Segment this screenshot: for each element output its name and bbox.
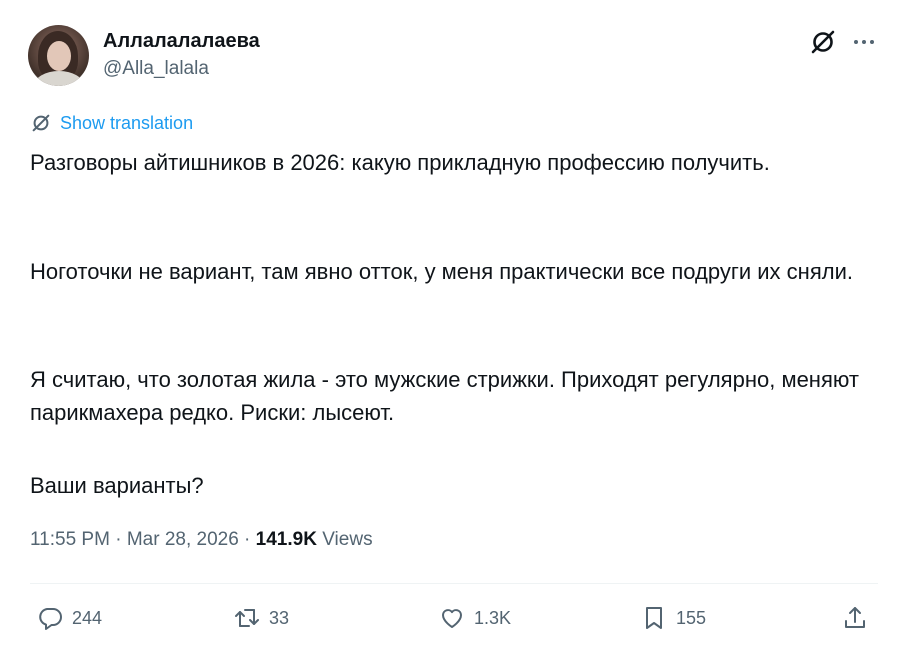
tweet-paragraph: Ноготочки не вариант, там явно отток, у … <box>30 259 853 284</box>
tweet-meta: 11:55 PM · Mar 28, 2026 · 141.9K Views <box>30 529 373 551</box>
bookmark-button[interactable]: 155 <box>640 604 706 632</box>
reply-count: 244 <box>72 607 103 628</box>
meta-separator: · <box>238 529 256 550</box>
tweet-paragraph: Разговоры айтишников в 2026: какую прикл… <box>30 150 770 175</box>
avatar-face <box>47 41 71 71</box>
grok-icon[interactable] <box>808 27 838 57</box>
tweet-time[interactable]: 11:55 PM <box>30 529 110 551</box>
reply-icon <box>39 608 62 630</box>
views-count[interactable]: 141.9K <box>256 529 317 551</box>
views-label: Views <box>316 529 373 550</box>
repost-count: 33 <box>269 607 290 628</box>
tweet-date[interactable]: Mar 28, 2026 <box>127 529 239 551</box>
repost-icon <box>235 609 259 627</box>
bookmark-count: 155 <box>676 607 707 628</box>
tweet-paragraph: Ваши варианты? <box>30 473 204 498</box>
tweet-paragraph: Я считаю, что золотая жила - это мужские… <box>30 367 859 425</box>
like-button[interactable]: 1.3K <box>438 604 511 632</box>
reply-button[interactable]: 244 <box>36 604 102 632</box>
repost-button[interactable]: 33 <box>233 604 289 632</box>
share-icon <box>845 607 865 628</box>
divider <box>30 583 878 584</box>
share-button[interactable] <box>841 604 869 632</box>
more-icon[interactable] <box>849 27 879 57</box>
bookmark-icon <box>646 607 662 629</box>
user-handle[interactable]: @Alla_lalala <box>103 58 209 80</box>
like-count: 1.3K <box>474 607 512 628</box>
display-name[interactable]: Аллалалалаева <box>103 30 260 53</box>
meta-separator: · <box>109 529 127 550</box>
show-translation-link[interactable]: Show translation <box>30 112 193 134</box>
translate-icon <box>32 114 50 132</box>
show-translation-label: Show translation <box>60 112 194 133</box>
heart-icon <box>442 609 462 628</box>
avatar[interactable] <box>28 25 89 86</box>
